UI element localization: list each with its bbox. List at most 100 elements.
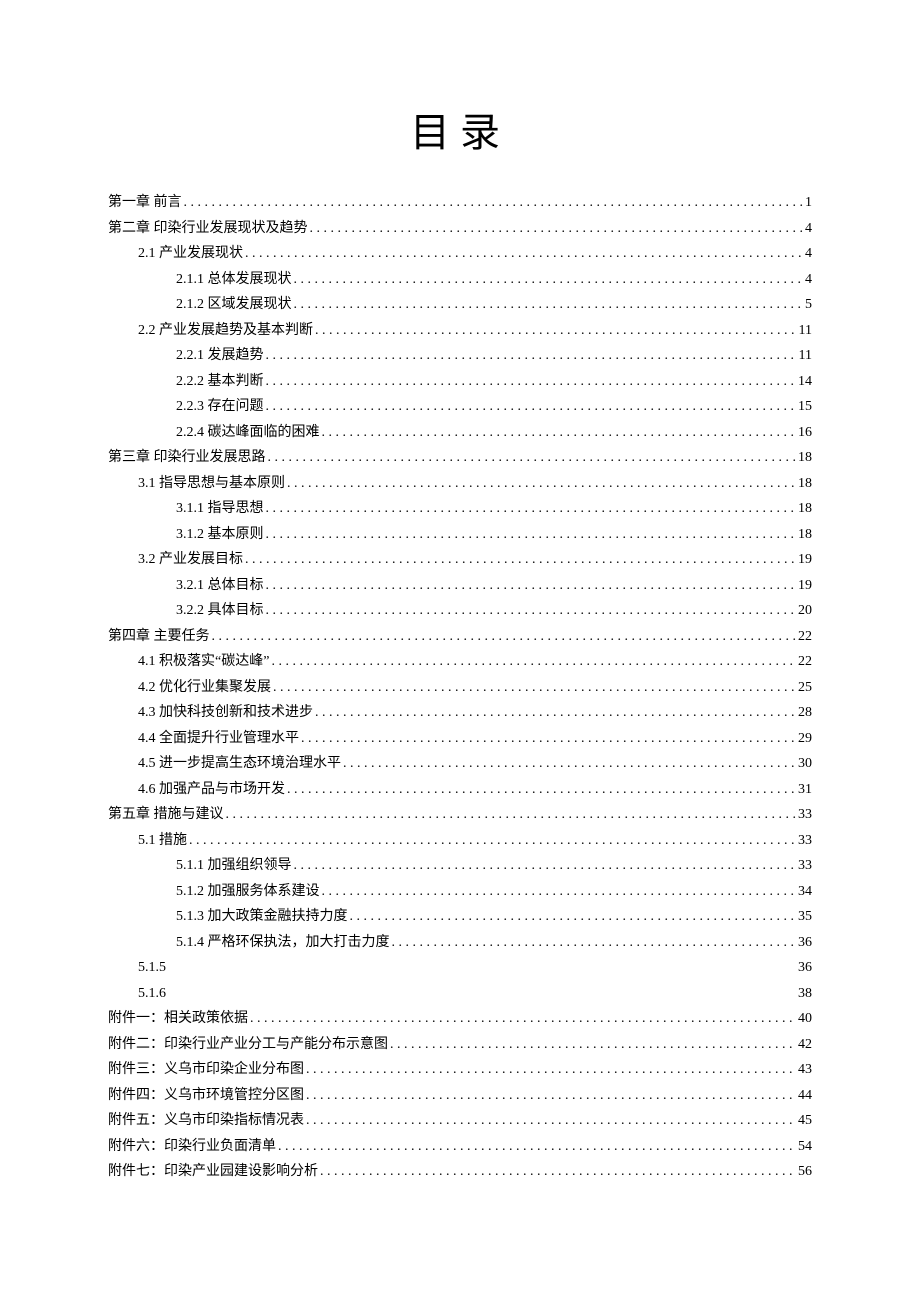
toc-entry-page: 43 (798, 1057, 812, 1083)
toc-leader-dots (245, 241, 803, 267)
toc-entry-page: 38 (798, 981, 812, 1007)
toc-entry: 第五章 措施与建议 33 (108, 802, 812, 828)
toc-entry-label: 5.1.5 (138, 955, 166, 981)
toc-entry-label: 3.2.1 总体目标 (176, 573, 264, 599)
toc-entry-page: 34 (798, 879, 812, 905)
toc-entry-page: 5 (805, 292, 812, 318)
toc-entry-page: 29 (798, 726, 812, 752)
toc-entry: 4.1 积极落实“碳达峰”22 (108, 649, 812, 675)
toc-entry: 2.1.1 总体发展现状 4 (108, 267, 812, 293)
toc-entry: 附件七：印染产业园建设影响分析56 (108, 1159, 812, 1185)
toc-entry-label: 2.1.1 总体发展现状 (176, 267, 292, 293)
toc-entry: 5.1.1 加强组织领导33 (108, 853, 812, 879)
toc-leader-dots (271, 649, 796, 675)
toc-entry-page: 14 (798, 369, 812, 395)
toc-entry: 5.1 措施 33 (108, 828, 812, 854)
toc-entry: 2.1.2 区域发展现状 5 (108, 292, 812, 318)
toc-leader-dots (320, 1159, 796, 1185)
toc-entry-page: 18 (798, 471, 812, 497)
toc-entry-label: 附件五：义乌市印染指标情况表 (108, 1108, 304, 1134)
toc-entry-page: 31 (798, 777, 812, 803)
toc-entry-page: 4 (805, 241, 812, 267)
toc-leader-dots (306, 1083, 796, 1109)
toc-entry-page: 36 (798, 930, 812, 956)
toc-entry-label: 5.1.4 严格环保执法，加大打击力度 (176, 930, 390, 956)
toc-leader-dots (315, 318, 797, 344)
toc-leader-dots (184, 190, 804, 216)
toc-entry: 第四章 主要任务22 (108, 624, 812, 650)
toc-entry: 4.3 加快科技创新和技术进步28 (108, 700, 812, 726)
toc-entry-page: 30 (798, 751, 812, 777)
toc-entry-label: 3.1 指导思想与基本原则 (138, 471, 285, 497)
toc-leader-dots (294, 292, 804, 318)
toc-leader-dots (390, 1032, 796, 1058)
toc-entry: 附件六：印染行业负面清单 54 (108, 1134, 812, 1160)
toc-leader-dots (315, 700, 796, 726)
toc-leader-dots (278, 1134, 796, 1160)
toc-entry-label: 4.4 全面提升行业管理水平 (138, 726, 299, 752)
toc-leader-dots (306, 1057, 796, 1083)
toc-entry-label: 2.2.2 基本判断 (176, 369, 264, 395)
toc-leader-dots (266, 343, 797, 369)
toc-leader-dots (310, 216, 804, 242)
toc-entry: 5.1.3 加大政策金融扶持力度35 (108, 904, 812, 930)
toc-entry-page: 54 (798, 1134, 812, 1160)
toc-entry-page: 22 (798, 649, 812, 675)
toc-entry: 2.2.2 基本判断 14 (108, 369, 812, 395)
toc-entry: 5.1.638 (108, 981, 812, 1007)
toc-entry-label: 3.2.2 具体目标 (176, 598, 264, 624)
toc-leader-dots (250, 1006, 796, 1032)
toc-entry: 4.5 进一步提高生态环境治理水平30 (108, 751, 812, 777)
toc-leader-dots (322, 420, 797, 446)
toc-entry-label: 第四章 主要任务 (108, 624, 210, 650)
toc-entry: 第二章 印染行业发展现状及趋势4 (108, 216, 812, 242)
toc-entry-page: 33 (798, 853, 812, 879)
toc-entry-page: 28 (798, 700, 812, 726)
toc-entry-label: 附件六：印染行业负面清单 (108, 1134, 276, 1160)
toc-entry-page: 4 (805, 267, 812, 293)
toc-entry-label: 5.1.3 加大政策金融扶持力度 (176, 904, 348, 930)
toc-leader-dots (266, 573, 797, 599)
toc-entry-label: 第五章 措施与建议 (108, 802, 224, 828)
toc-entry: 2.2 产业发展趋势及基本判断11 (108, 318, 812, 344)
toc-entry: 5.1.5 36 (108, 955, 812, 981)
toc-entry-page: 16 (798, 420, 812, 446)
toc-entry-page: 33 (798, 802, 812, 828)
toc-entry: 4.4 全面提升行业管理水平 29 (108, 726, 812, 752)
toc-entry-label: 4.2 优化行业集聚发展 (138, 675, 271, 701)
toc-entry: 第三章 印染行业发展思路18 (108, 445, 812, 471)
toc-leader-dots (343, 751, 796, 777)
toc-entry: 3.1.1 指导思想18 (108, 496, 812, 522)
toc-leader-dots (212, 624, 797, 650)
toc-entry-page: 33 (798, 828, 812, 854)
toc-entry: 2.2.3 存在问题15 (108, 394, 812, 420)
toc-entry-label: 附件四：义乌市环境管控分区图 (108, 1083, 304, 1109)
toc-leader-dots (301, 726, 796, 752)
toc-leader-dots (266, 522, 797, 548)
toc-entry-label: 2.2 产业发展趋势及基本判断 (138, 318, 313, 344)
toc-entry: 5.1.4 严格环保执法，加大打击力度 36 (108, 930, 812, 956)
toc-entry: 附件四：义乌市环境管控分区图44 (108, 1083, 812, 1109)
toc-leader-dots (189, 828, 796, 854)
table-of-contents: 第一章 前言1第二章 印染行业发展现状及趋势42.1 产业发展现状42.1.1 … (108, 190, 812, 1185)
toc-entry-label: 5.1 措施 (138, 828, 187, 854)
toc-entry-label: 3.1.2 基本原则 (176, 522, 264, 548)
toc-entry-label: 2.2.1 发展趋势 (176, 343, 264, 369)
toc-entry-page: 40 (798, 1006, 812, 1032)
toc-entry: 3.2.2 具体目标 20 (108, 598, 812, 624)
toc-leader-dots (350, 904, 797, 930)
toc-entry-label: 2.2.3 存在问题 (176, 394, 264, 420)
toc-leader-dots (287, 777, 796, 803)
toc-entry-label: 2.2.4 碳达峰面临的困难 (176, 420, 320, 446)
toc-entry-page: 20 (798, 598, 812, 624)
toc-leader-dots (266, 598, 797, 624)
toc-entry-label: 2.1.2 区域发展现状 (176, 292, 292, 318)
toc-entry: 附件五：义乌市印染指标情况表45 (108, 1108, 812, 1134)
toc-entry-page: 36 (798, 955, 812, 981)
toc-entry: 5.1.2 加强服务体系建设34 (108, 879, 812, 905)
toc-entry-page: 18 (798, 496, 812, 522)
toc-leader-dots (287, 471, 796, 497)
toc-leader-dots (392, 930, 797, 956)
toc-entry-page: 18 (798, 445, 812, 471)
toc-leader-dots (266, 496, 797, 522)
